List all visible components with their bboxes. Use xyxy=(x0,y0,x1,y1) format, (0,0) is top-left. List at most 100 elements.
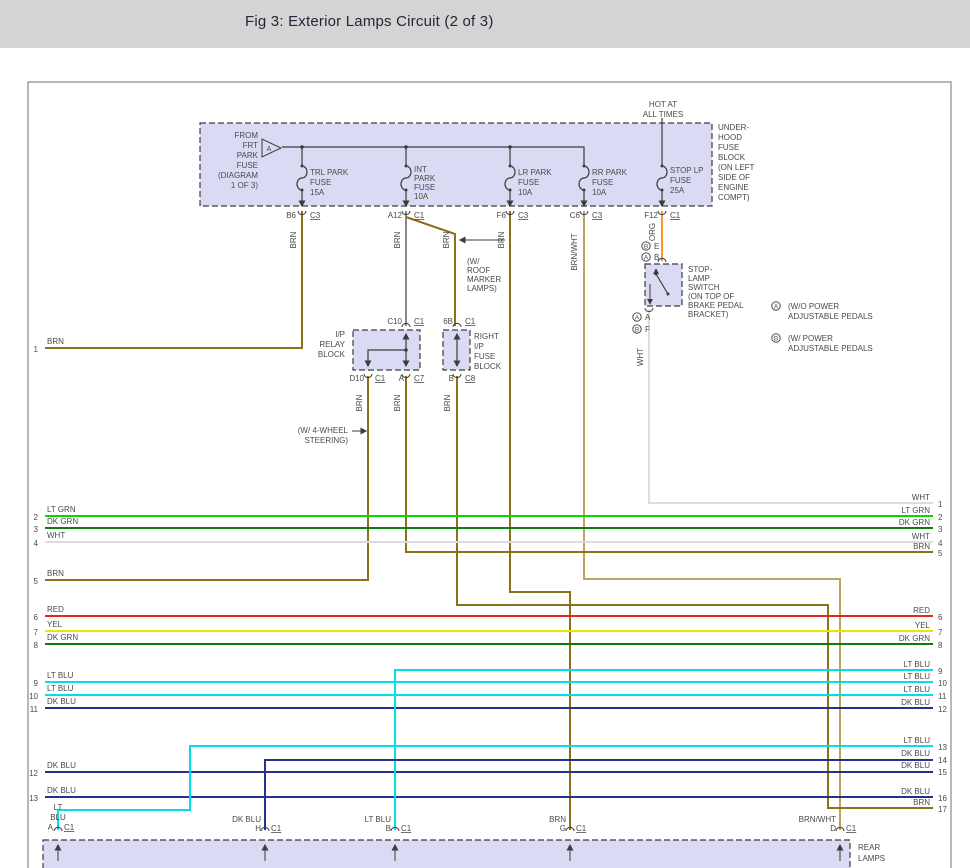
label: C1 xyxy=(846,824,857,833)
label: 3 xyxy=(938,525,943,534)
label: (W/ 4-WHEEL xyxy=(298,426,349,435)
junction-dot xyxy=(300,164,304,168)
label: 7 xyxy=(938,628,943,637)
label: DK BLU xyxy=(232,815,261,824)
label: MARKER xyxy=(467,275,501,284)
label: BRN/WHT xyxy=(799,815,836,824)
label: LT BLU xyxy=(904,660,931,669)
label: D10 xyxy=(349,374,364,383)
label: E xyxy=(654,242,659,251)
rear-lamps-box xyxy=(42,839,851,868)
label: I/P xyxy=(335,330,345,339)
label: FUSE xyxy=(518,178,539,187)
label: A xyxy=(267,146,272,153)
label: C1 xyxy=(670,211,681,220)
label: TRL PARK xyxy=(310,168,349,177)
label: C1 xyxy=(414,317,425,326)
label: BRN xyxy=(393,394,402,411)
label: 14 xyxy=(938,756,947,765)
label: BRN/WHT xyxy=(570,233,579,270)
label: LT BLU xyxy=(904,685,931,694)
label: DK GRN xyxy=(47,633,78,642)
label: (ON LEFT xyxy=(718,163,755,172)
label: HOT AT xyxy=(649,100,677,109)
label: YEL xyxy=(47,620,63,629)
label: LT BLU xyxy=(365,815,392,824)
label: RED xyxy=(47,605,64,614)
label: 12 xyxy=(29,769,38,778)
label: FROM xyxy=(234,131,258,140)
label: INT xyxy=(414,165,427,174)
label: C1 xyxy=(576,824,587,833)
label: FUSE xyxy=(237,161,258,170)
label: RED xyxy=(913,606,930,615)
label: BRN xyxy=(47,569,64,578)
label: 4 xyxy=(938,539,943,548)
label: BRN xyxy=(393,231,402,248)
label: C1 xyxy=(465,317,476,326)
label: DK BLU xyxy=(901,787,930,796)
wiring-diagram: HOT ATALL TIMESFROMFRTPARKFUSE(DIAGRAM1 … xyxy=(27,81,952,868)
label: BLU xyxy=(50,813,66,822)
junction-dot xyxy=(300,145,304,149)
label: 1 OF 3) xyxy=(231,181,258,190)
label: FUSE xyxy=(592,178,613,187)
label: BRN xyxy=(913,798,930,807)
junction-dot xyxy=(404,188,408,192)
label: DK GRN xyxy=(47,517,78,526)
junction-dot xyxy=(404,348,408,352)
label: 6B xyxy=(443,317,453,326)
label: F xyxy=(645,325,650,334)
label: BRN xyxy=(442,231,451,248)
label: DK BLU xyxy=(901,698,930,707)
label: 10 xyxy=(938,679,947,688)
wire-brn-f6-to-g xyxy=(509,211,571,830)
label: G xyxy=(560,824,566,833)
junction-dot xyxy=(404,145,408,149)
figure-title: Fig 3: Exterior Lamps Circuit (2 of 3) xyxy=(245,13,494,30)
label: UNDER- xyxy=(718,123,749,132)
label: BRN xyxy=(549,815,566,824)
label: A12 xyxy=(388,211,403,220)
underhood-fuse-block-box xyxy=(199,122,713,207)
label: 2 xyxy=(34,513,39,522)
label: C1 xyxy=(64,823,75,832)
wire-brn-b6-to-left1 xyxy=(45,211,303,349)
label: BRAKE PEDAL xyxy=(688,301,744,310)
label: A xyxy=(399,374,405,383)
label: A xyxy=(774,304,779,311)
label: C3 xyxy=(310,211,321,220)
label: LAMPS) xyxy=(467,284,497,293)
label: 15 xyxy=(938,768,947,777)
label: COMPT) xyxy=(718,193,750,202)
label: F12 xyxy=(644,211,658,220)
title-bar: Fig 3: Exterior Lamps Circuit (2 of 3) xyxy=(0,0,970,48)
label: 17 xyxy=(938,805,947,814)
label: DK GRN xyxy=(899,634,930,643)
label: 13 xyxy=(29,794,38,803)
label: 11 xyxy=(30,705,39,714)
label: A xyxy=(644,255,649,262)
label: 5 xyxy=(938,549,943,558)
label: DK BLU xyxy=(47,761,76,770)
label: 6 xyxy=(938,613,943,622)
label: (W/ POWER xyxy=(788,334,833,343)
label: C1 xyxy=(271,824,282,833)
label: B xyxy=(654,253,659,262)
junction-dot xyxy=(582,188,586,192)
label: FUSE xyxy=(310,178,331,187)
label: BRN xyxy=(289,231,298,248)
label: 7 xyxy=(34,628,39,637)
label: BRN xyxy=(913,542,930,551)
label: 2 xyxy=(938,513,943,522)
label: YEL xyxy=(915,621,931,630)
label: A xyxy=(635,315,640,322)
label: 1 xyxy=(34,345,39,354)
junction-dot xyxy=(660,188,664,192)
label: 11 xyxy=(938,692,947,701)
arrow-icon xyxy=(360,427,368,435)
label: SWITCH xyxy=(688,283,720,292)
label: ADJUSTABLE PEDALS xyxy=(788,344,873,353)
wire-brn-a-to-right5 xyxy=(405,376,933,553)
label: FUSE xyxy=(718,143,739,152)
